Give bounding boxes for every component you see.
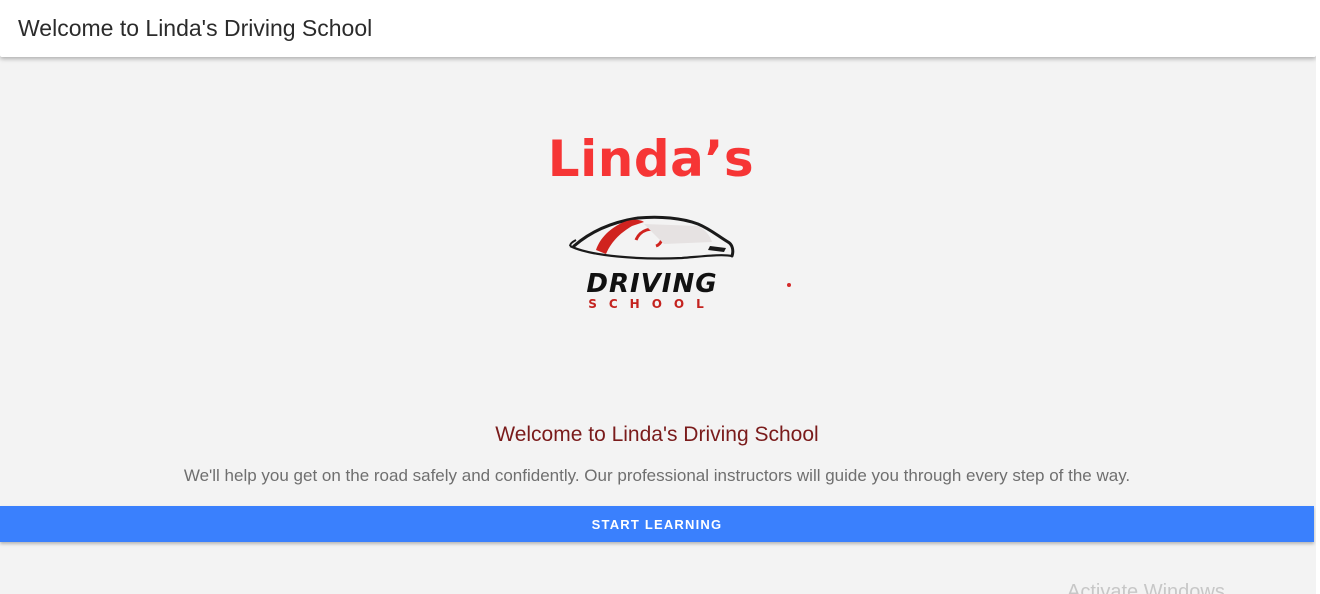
logo-accent-dot [787, 283, 791, 287]
app-window: Welcome to Linda's Driving School Linda’… [0, 0, 1316, 594]
toolbar-title: Welcome to Linda's Driving School [18, 15, 373, 41]
activate-windows-watermark: Activate Windows [1067, 581, 1225, 594]
top-toolbar: Welcome to Linda's Driving School [0, 0, 1316, 57]
logo-text-school: SCHOOL [588, 297, 716, 311]
welcome-description: We'll help you get on the road safely an… [183, 466, 1131, 485]
driving-school-logo: DRIVING SCHOOL [569, 215, 735, 311]
car-silhouette-icon [569, 215, 735, 260]
start-learning-button[interactable]: START LEARNING [0, 506, 1314, 542]
brand-title: Linda’s [547, 130, 755, 188]
logo-text-driving: DRIVING [586, 269, 717, 299]
welcome-headline: Welcome to Linda's Driving School [495, 423, 819, 446]
window-edge [1316, 0, 1320, 594]
